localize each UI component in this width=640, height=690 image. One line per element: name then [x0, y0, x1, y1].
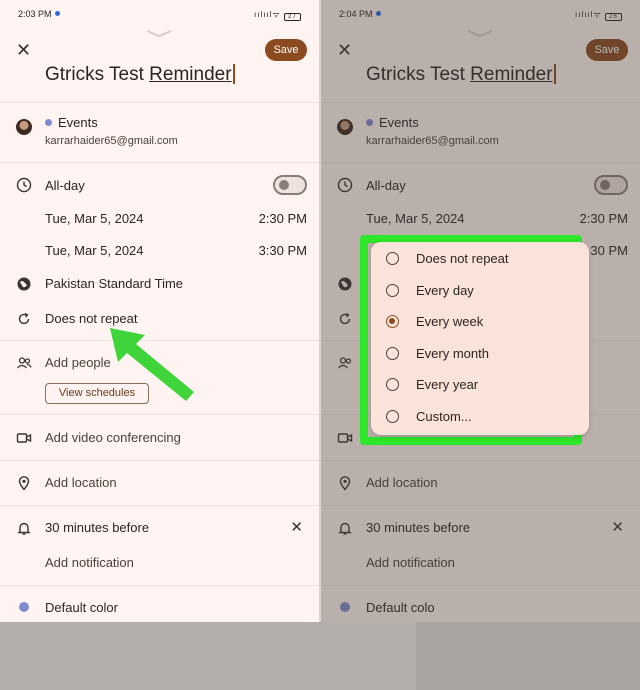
- globe-icon: [17, 277, 31, 291]
- divider: [0, 162, 319, 163]
- repeat-option-label: Every year: [416, 377, 479, 392]
- add-notification-link[interactable]: Add notification: [45, 555, 134, 570]
- repeat-option-selected[interactable]: Every week: [371, 306, 589, 336]
- calendar-name: Events: [58, 115, 98, 130]
- drag-handle-icon[interactable]: [146, 30, 172, 38]
- event-color-selector[interactable]: Default color: [45, 600, 118, 615]
- bottom-gray-band-light: [0, 622, 416, 690]
- repeat-option-label: Every day: [416, 283, 474, 298]
- end-date[interactable]: Tue, Mar 5, 2024: [45, 243, 144, 258]
- start-date[interactable]: Tue, Mar 5, 2024: [45, 211, 144, 226]
- radio-button-icon[interactable]: [386, 252, 399, 265]
- calendar-color-dot: [45, 119, 52, 126]
- remove-notification-close-icon[interactable]: ✕: [290, 518, 303, 536]
- status-icons: ıılıılᯤ 27: [254, 9, 301, 21]
- repeat-options-menu: Does not repeat Every day Every week Eve…: [371, 242, 589, 435]
- calendar-selector[interactable]: Events: [45, 115, 98, 130]
- radio-button-icon[interactable]: [386, 347, 399, 360]
- toggle-knob: [279, 180, 289, 190]
- all-day-toggle[interactable]: [273, 175, 307, 195]
- bell-icon: [17, 522, 31, 535]
- divider: [0, 414, 319, 415]
- radio-button-selected-icon[interactable]: [386, 315, 399, 328]
- battery-icon: 27: [284, 13, 301, 21]
- radio-button-icon[interactable]: [386, 410, 399, 423]
- all-day-label: All-day: [45, 178, 85, 193]
- account-email: karrarhaider65@gmail.com: [45, 135, 178, 147]
- status-time: 2:03 PM: [18, 9, 60, 19]
- text-cursor: [232, 64, 235, 84]
- bottom-gray-band: [0, 622, 640, 690]
- radio-button-icon[interactable]: [386, 284, 399, 297]
- right-phone-screen: 2:04 PM ıılıılᯤ 26 ✕ Save Gtricks Test R…: [321, 0, 640, 622]
- repeat-option[interactable]: Does not repeat: [371, 243, 589, 273]
- color-swatch-icon: [19, 602, 29, 612]
- left-phone-screen: 2:03 PM ıılıılᯤ 27 ✕ Save Gtricks Test R…: [0, 0, 319, 622]
- repeat-option-label: Custom...: [416, 409, 472, 424]
- title-text: Gtricks Test: [45, 64, 150, 85]
- repeat-option-label: Every month: [416, 346, 489, 361]
- location-pin-icon: [18, 476, 30, 491]
- end-time[interactable]: 3:30 PM: [259, 243, 307, 258]
- video-camera-icon: [16, 433, 32, 443]
- repeat-option-label: Does not repeat: [416, 251, 509, 266]
- repeat-icon: [18, 312, 30, 325]
- screenshot-stage: 2:03 PM ıılıılᯤ 27 ✕ Save Gtricks Test R…: [0, 0, 640, 690]
- divider: [0, 505, 319, 506]
- repeat-option[interactable]: Every day: [371, 275, 589, 305]
- event-title-input[interactable]: Gtricks Test Reminder: [45, 64, 235, 86]
- clock-icon: [16, 177, 32, 193]
- start-time[interactable]: 2:30 PM: [259, 211, 307, 226]
- repeat-option[interactable]: Every year: [371, 369, 589, 399]
- repeat-option[interactable]: Every month: [371, 338, 589, 368]
- notification-value[interactable]: 30 minutes before: [45, 520, 149, 535]
- add-location-field[interactable]: Add location: [45, 475, 117, 490]
- avatar: [16, 119, 32, 135]
- divider: [0, 585, 319, 586]
- add-video-conferencing[interactable]: Add video conferencing: [45, 430, 181, 445]
- divider: [0, 460, 319, 461]
- save-button[interactable]: Save: [265, 39, 307, 61]
- repeat-option-label: Every week: [416, 314, 484, 329]
- green-arrow-annotation-icon: [110, 328, 194, 401]
- people-icon: [17, 357, 32, 369]
- close-icon[interactable]: ✕: [16, 40, 31, 61]
- notification-dot-icon: [54, 11, 60, 16]
- repeat-option[interactable]: Custom...: [371, 401, 589, 431]
- radio-button-icon[interactable]: [386, 378, 399, 391]
- title-underlined-word: Reminder: [149, 64, 232, 85]
- status-bar: 2:03 PM ıılıılᯤ 27: [18, 6, 307, 22]
- divider: [0, 102, 319, 103]
- timezone-selector[interactable]: Pakistan Standard Time: [45, 276, 183, 291]
